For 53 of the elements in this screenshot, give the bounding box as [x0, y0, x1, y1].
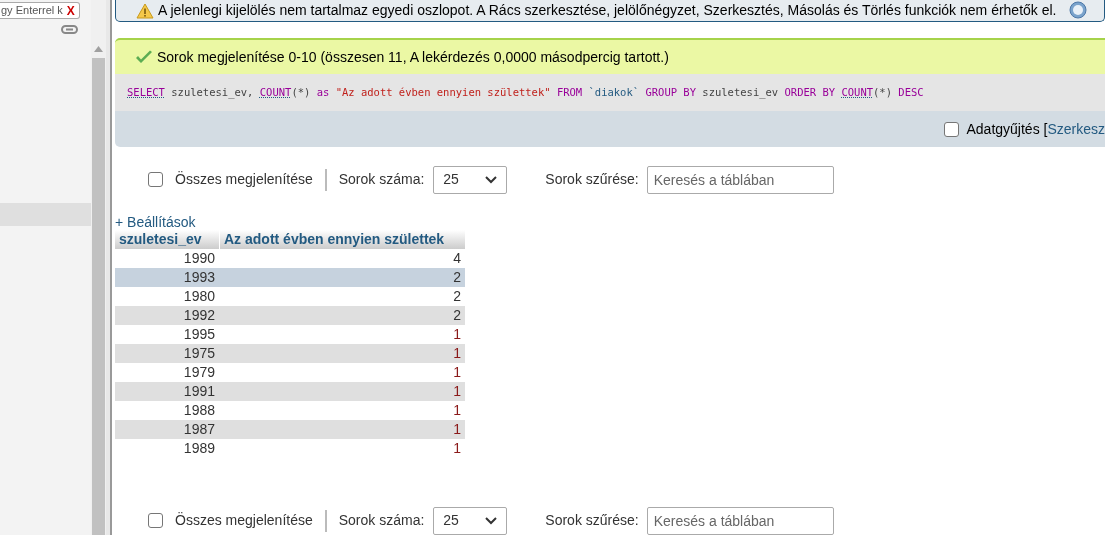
chevron-down-icon	[485, 176, 498, 184]
scrollbar-thumb[interactable]	[92, 58, 105, 535]
table-cell-text: 1975	[182, 344, 216, 363]
close-button[interactable]: X	[66, 1, 75, 20]
table-cell-text: 1990	[182, 249, 216, 268]
table-cell-text: 1	[452, 401, 462, 420]
filter-input[interactable]: Keresés a táblában	[646, 507, 834, 535]
table-cell-text: 1980	[182, 287, 216, 306]
table-cell-text: 1989	[182, 439, 216, 458]
filter-label: Sorok szűrése:	[545, 170, 639, 190]
table-cell-text: 1	[452, 439, 462, 458]
chevron-down-icon	[485, 517, 498, 525]
profiling-label: Adatgyűjtés [	[966, 119, 1048, 139]
column-header[interactable]: szuletesi_ev	[115, 230, 219, 249]
link-icon[interactable]	[61, 25, 78, 34]
sql-query: SELECT szuletesi_ev, COUNT(*) as "Az adott évben ennyien születtek" FROM `diakok` GROUP BY szuletesi_ev ORDER BY COUNT(*) DESC	[127, 84, 924, 101]
table-cell-text: 2	[452, 306, 462, 325]
table-cell-text: 1988	[182, 401, 216, 420]
table-cell-text: 1	[452, 420, 462, 439]
tab[interactable]: gy Enterrel k X	[0, 2, 80, 19]
table-cell-text: 1987	[182, 420, 216, 439]
warning-icon	[136, 2, 154, 19]
scroll-up-icon[interactable]	[94, 46, 103, 52]
warning-message: A jelenlegi kijelölés nem tartalmaz egyedi oszlopot. A Rács szerkesztése, jelölőnégyzet, Szerkesztés, Másolás és Törlés funkciók nem érhetők el.	[158, 1, 1057, 21]
table-cell-text: 1991	[182, 382, 216, 401]
checkmark-icon	[135, 49, 153, 65]
table-cell-text: 1993	[182, 268, 216, 287]
success-message: Sorok megjelenítése 0-10 (összesen 11, A lekérdezés 0,0000 másodpercig tartott.)	[157, 47, 669, 67]
rows-dropdown[interactable]: 25	[433, 166, 508, 194]
table-cell-text: 2	[452, 268, 462, 287]
profiling-checkbox[interactable]	[944, 121, 960, 137]
filter-input[interactable]: Keresés a táblában	[646, 166, 834, 194]
edit-link[interactable]: Szerkesz	[1047, 118, 1105, 140]
column-header[interactable]: Az adott évben ennyien születtek	[219, 230, 465, 249]
rows-label: Sorok száma:	[338, 511, 425, 531]
help-icon[interactable]	[1068, 0, 1087, 19]
table-cell-text: 4	[452, 249, 462, 268]
show-all-label: Összes megjelenítése	[175, 511, 313, 531]
rows-label: Sorok száma:	[338, 170, 425, 190]
table-cell-text: 1995	[182, 325, 216, 344]
table-cell-text: 1992	[182, 306, 216, 325]
rows-dropdown[interactable]: 25	[433, 507, 508, 535]
table-cell-text: 2	[452, 287, 462, 306]
options-link[interactable]: + Beállítások	[115, 214, 196, 230]
table-cell-text: 1	[452, 325, 462, 344]
table-cell-text: 1979	[182, 363, 216, 382]
show-all-checkbox[interactable]	[148, 513, 163, 529]
table-cell-text: 1	[452, 363, 462, 382]
show-all-checkbox[interactable]	[148, 172, 163, 188]
table-cell-text: 1	[452, 382, 462, 401]
table-cell-text: 1	[452, 344, 462, 363]
show-all-label: Összes megjelenítése	[175, 170, 313, 190]
filter-label: Sorok szűrése:	[545, 511, 639, 531]
